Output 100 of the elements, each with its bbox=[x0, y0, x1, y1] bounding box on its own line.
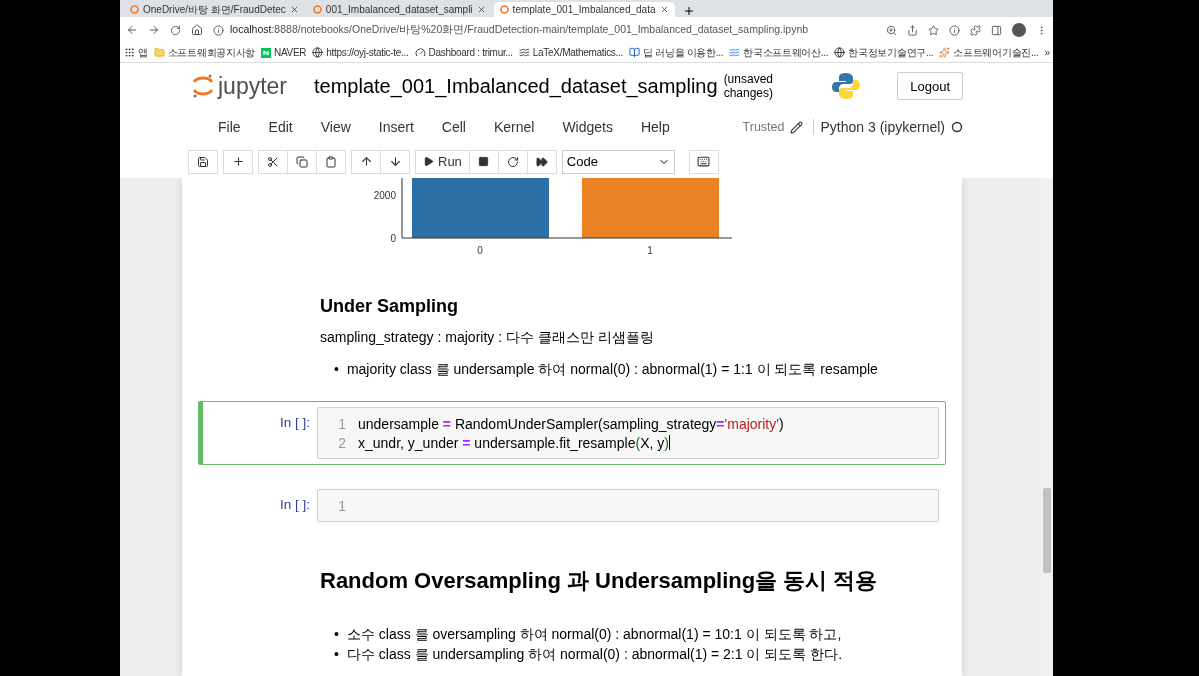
bullet-marker: • bbox=[334, 645, 339, 664]
wave-lines-icon bbox=[518, 47, 530, 58]
browser-tab[interactable]: template_001_Imbalanced_data bbox=[493, 2, 675, 17]
bookmark-label: 앱 bbox=[138, 45, 148, 60]
bullet-marker: • bbox=[334, 360, 339, 379]
puzzle-icon[interactable] bbox=[970, 24, 981, 36]
globe-icon bbox=[834, 47, 846, 58]
tab-favicon-icon bbox=[130, 5, 139, 14]
browser-tab[interactable]: OneDrive/바탕 화면/FraudDetec bbox=[124, 2, 305, 17]
line-number: 2 bbox=[337, 434, 347, 451]
back-icon[interactable] bbox=[126, 24, 138, 36]
bullet-item: 다수 class 를 undersampling 하여 normal(0) : abnormal(1) = 2:1 이 되도록 한다. bbox=[346, 645, 843, 664]
scrollbar-thumb[interactable] bbox=[1043, 488, 1051, 573]
x-tick-label: 0 bbox=[477, 245, 483, 256]
insert-cell-button[interactable] bbox=[223, 149, 253, 174]
menu-item[interactable]: Cell bbox=[427, 119, 480, 135]
menu-item[interactable]: File bbox=[204, 119, 255, 135]
bullet-item: 소수 class 를 oversampling 하여 normal(0) : abnormal(1) = 10:1 이 되도록 하고, bbox=[346, 625, 842, 644]
input-prompt: In [ ]: bbox=[279, 414, 311, 432]
x-tick-label: 1 bbox=[647, 245, 653, 256]
plus-icon bbox=[231, 155, 245, 168]
naver-logo-icon bbox=[261, 47, 271, 58]
code-line: x_undr, y_under = undersample.fit_resample(X, y) bbox=[358, 434, 669, 451]
menu-item[interactable]: Insert bbox=[364, 119, 428, 135]
tab-favicon-icon bbox=[312, 5, 322, 14]
paste-button[interactable] bbox=[316, 149, 346, 174]
save-status: (unsaved changes) bbox=[723, 72, 774, 100]
share-icon[interactable] bbox=[907, 24, 918, 36]
paragraph: sampling_strategy : majority : 다수 클래스만 리샘플링 bbox=[320, 329, 655, 347]
close-icon[interactable] bbox=[659, 5, 669, 14]
info-icon bbox=[213, 24, 224, 36]
url-text[interactable]: localhost:8888/notebooks/OneDrive/바탕%20화면/FraudDetection-main/template_001_Imbalanced_dataset_sampling.ipynb bbox=[230, 23, 809, 37]
bullet-item: majority class 를 undersample 하여 normal(0) : abnormal(1) = 1:1 이 되도록 resample bbox=[346, 360, 878, 379]
fast-forward-icon bbox=[535, 155, 548, 168]
code-cell[interactable]: In [ ]: 1 undersample = RandomUnderSampler(sampling_strategy='majority') 2 x_undr, y_under = undersample.fit_resample(X, y) bbox=[198, 401, 946, 465]
section-heading: Random Oversampling 과 Undersampling을 동시 적용 bbox=[320, 567, 879, 595]
menu-item[interactable]: Widgets bbox=[548, 119, 627, 135]
stop-icon bbox=[478, 156, 490, 167]
keyboard-button[interactable] bbox=[688, 149, 719, 174]
y-tick-label: 2000 bbox=[373, 190, 396, 201]
menu-item[interactable]: View bbox=[306, 119, 365, 135]
home-icon[interactable] bbox=[191, 24, 203, 36]
star-icon[interactable] bbox=[928, 24, 939, 36]
run-button[interactable]: Run bbox=[415, 149, 470, 174]
move-down-button[interactable] bbox=[380, 149, 410, 174]
restart-icon bbox=[506, 155, 519, 168]
jupyter-wordmark: jupyter bbox=[218, 72, 288, 100]
code-cell[interactable]: In [ ]: 1 bbox=[198, 483, 946, 528]
save-button[interactable] bbox=[188, 149, 218, 174]
save-icon bbox=[197, 155, 209, 168]
move-up-button[interactable] bbox=[351, 149, 381, 174]
globe-icon bbox=[312, 47, 324, 58]
side-panel-icon[interactable] bbox=[991, 24, 1002, 36]
wave-icon bbox=[729, 47, 741, 58]
text-cursor bbox=[668, 435, 670, 450]
kernel-name: Python 3 (ipykernel) bbox=[813, 119, 951, 135]
scissors-icon bbox=[267, 155, 279, 168]
clipboard-icon bbox=[325, 155, 337, 168]
notebook-title[interactable]: template_001_Imbalanced_dataset_sampling bbox=[314, 74, 718, 98]
close-icon[interactable] bbox=[289, 5, 299, 14]
copy-icon bbox=[296, 155, 308, 168]
more-bookmarks[interactable]: » bbox=[1044, 47, 1050, 58]
keyboard-icon bbox=[697, 155, 711, 168]
code-editor[interactable]: 1 undersample = RandomUnderSampler(sampling_strategy='majority') 2 x_undr, y_under = undersample.fit_resample(X, y) bbox=[317, 407, 939, 459]
logout-button[interactable]: Logout bbox=[897, 72, 963, 100]
arrow-down-icon bbox=[388, 155, 402, 168]
bookmark[interactable]: 앱 bbox=[124, 45, 148, 60]
bookmark[interactable]: NAVER bbox=[261, 47, 307, 58]
sparkle-icon bbox=[939, 47, 951, 58]
restart-button[interactable] bbox=[497, 149, 528, 174]
code-line: undersample = RandomUnderSampler(sampling_strategy='majority') bbox=[358, 415, 784, 432]
menu-item[interactable]: Edit bbox=[254, 119, 307, 135]
gauge-icon bbox=[414, 47, 426, 58]
menu-item[interactable]: Help bbox=[626, 119, 684, 135]
jupyter-logo[interactable]: jupyter bbox=[192, 72, 300, 100]
cut-button[interactable] bbox=[258, 149, 288, 174]
trusted-indicator[interactable]: Trusted bbox=[736, 120, 791, 134]
stop-button[interactable] bbox=[468, 149, 499, 174]
run-all-button[interactable] bbox=[526, 149, 557, 174]
kernel-idle-icon bbox=[951, 121, 963, 133]
avatar-icon[interactable] bbox=[1012, 23, 1026, 37]
close-icon[interactable] bbox=[476, 5, 486, 14]
menu-item[interactable]: Kernel bbox=[479, 119, 549, 135]
bookmark-label: NAVER bbox=[274, 47, 307, 58]
zoom-icon[interactable] bbox=[886, 24, 897, 36]
y-tick-label: 0 bbox=[390, 233, 396, 244]
reload-icon[interactable] bbox=[170, 24, 181, 36]
input-prompt: In [ ]: bbox=[279, 496, 311, 514]
arrow-up-icon bbox=[359, 155, 373, 168]
tab-title: template_001_Imbalanced_data bbox=[512, 3, 656, 16]
pencil-icon[interactable] bbox=[790, 120, 804, 134]
tab-favicon-icon bbox=[499, 5, 509, 14]
cell-type-select[interactable]: Code bbox=[561, 149, 675, 174]
bullet-marker: • bbox=[334, 625, 339, 644]
new-tab-icon[interactable] bbox=[682, 5, 695, 17]
browser-tab[interactable]: 001_Imbalanced_dataset_sampli bbox=[306, 2, 492, 17]
folder-icon bbox=[153, 47, 165, 58]
book-icon bbox=[628, 47, 640, 58]
forward-icon[interactable] bbox=[148, 24, 160, 36]
section-heading: Under Sampling bbox=[320, 296, 459, 317]
